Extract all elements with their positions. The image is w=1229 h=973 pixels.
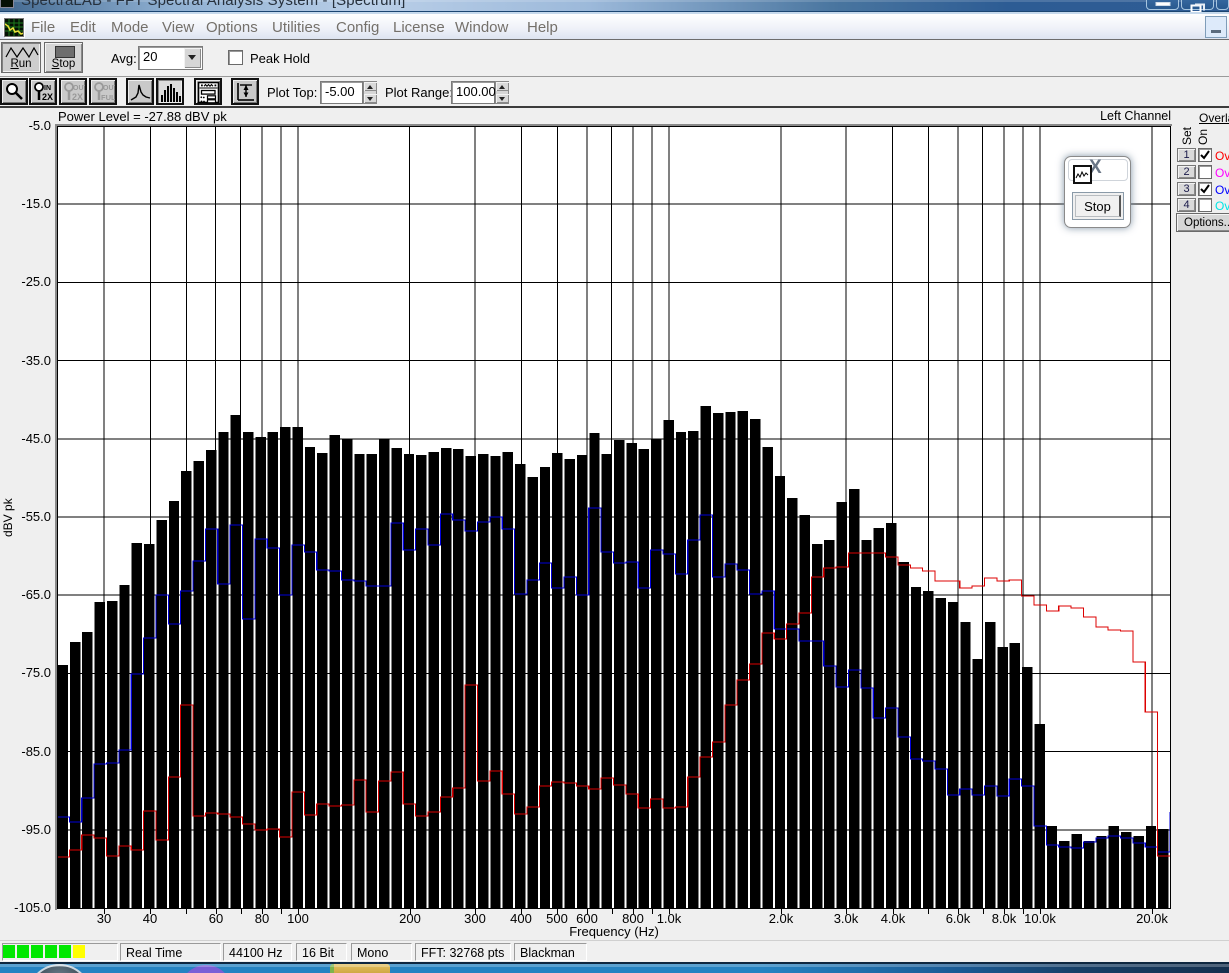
- svg-text:OUT: OUT: [103, 85, 115, 92]
- svg-text:2X: 2X: [42, 92, 53, 102]
- svg-text:IN: IN: [44, 85, 51, 92]
- svg-text:OUT: OUT: [73, 85, 85, 92]
- svg-text:2X: 2X: [72, 92, 83, 102]
- svg-text:FULL: FULL: [101, 93, 115, 102]
